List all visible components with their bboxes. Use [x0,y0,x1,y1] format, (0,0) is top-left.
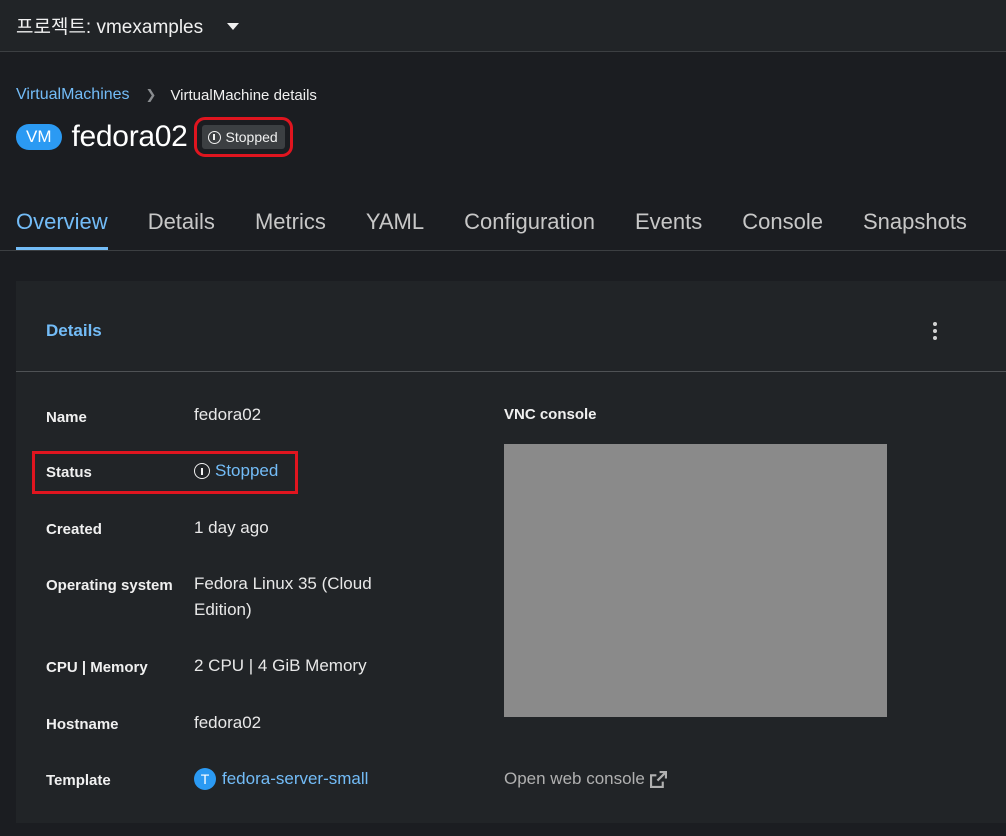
chevron-right-icon: ❯ [145,87,157,102]
cpu-memory-value: 2 CPU | 4 GiB Memory [194,656,367,675]
created-value: 1 day ago [194,518,269,537]
tab-console[interactable]: Console [742,196,823,250]
tab-details[interactable]: Details [148,196,215,250]
tab-overview[interactable]: Overview [16,196,108,250]
details-card-title[interactable]: Details [46,321,102,341]
status-label: Status [46,464,92,481]
open-web-console-label: Open web console [504,769,645,788]
tab-events[interactable]: Events [635,196,702,250]
hostname-label: Hostname [46,716,119,733]
page-header: VirtualMachines ❯ VirtualMachine details… [0,52,1006,196]
tab-snapshots[interactable]: Snapshots [863,196,967,250]
stopped-status-icon [194,463,210,479]
hostname-value: fedora02 [194,713,262,732]
name-label: Name [46,409,87,426]
card-header: Details [16,281,1006,372]
tab-metrics[interactable]: Metrics [255,196,326,250]
breadcrumb-link-virtualmachines[interactable]: VirtualMachines [16,86,130,104]
template-link-text: fedora-server-small [222,769,369,788]
page-title: fedora02 [71,120,188,153]
template-badge: T [194,768,216,790]
template-label: Template [46,772,111,789]
vnc-console-preview[interactable] [504,444,887,717]
created-label: Created [46,521,102,538]
breadcrumb-current: VirtualMachine details [170,86,317,104]
details-card: Details Name fedora02 Status Stopped Cre… [16,281,1006,823]
status-badge-label: Stopped [225,129,278,145]
status-value[interactable]: Stopped [194,458,434,484]
tab-configuration[interactable]: Configuration [464,196,595,250]
breadcrumb: VirtualMachines ❯ VirtualMachine details [16,86,317,104]
template-link[interactable]: T fedora-server-small [194,766,434,792]
kebab-menu-icon[interactable] [930,321,940,341]
os-label: Operating system [46,577,173,594]
cpu-memory-label: CPU | Memory [46,659,148,676]
caret-down-icon [227,23,240,30]
page-title-row: VM fedora02 Stopped [16,117,293,157]
name-value: fedora02 [194,405,262,424]
status-value-text: Stopped [215,461,279,480]
open-web-console-link[interactable]: Open web console [504,769,667,789]
vnc-console-title: VNC console [504,406,597,423]
stopped-status-icon [207,130,221,144]
project-selector[interactable]: 프로젝트: vmexamples [16,12,240,39]
os-value: Fedora Linux 35 (Cloud Edition) [194,574,372,619]
project-label: 프로젝트: vmexamples [16,17,204,38]
status-badge: Stopped [193,117,293,157]
external-link-icon [649,770,667,788]
tab-bar: Overview Details Metrics YAML Configurat… [0,196,1006,251]
masthead: 프로젝트: vmexamples [0,0,1006,52]
tab-yaml[interactable]: YAML [366,196,424,250]
vm-resource-badge: VM [16,124,62,150]
